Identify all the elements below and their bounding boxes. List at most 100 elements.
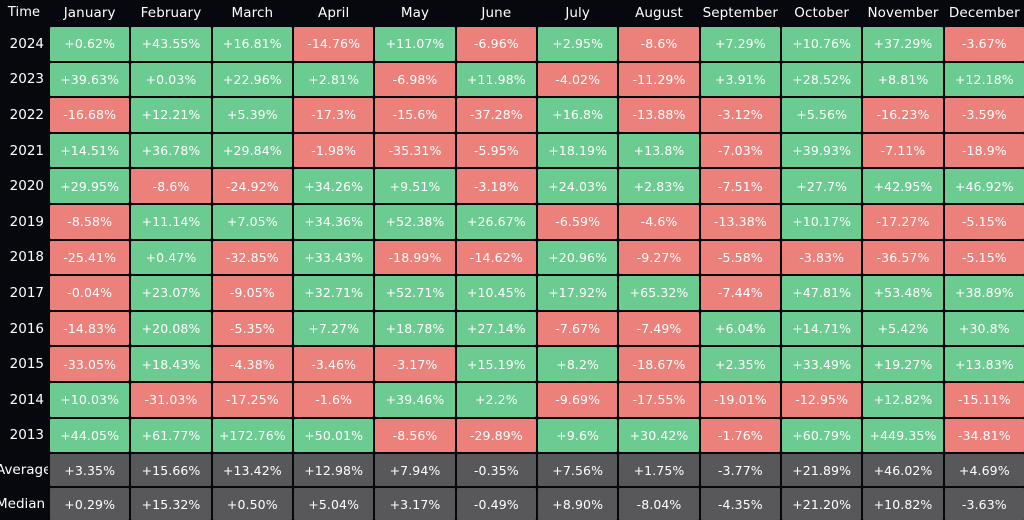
cell-2023-april: +2.81%	[294, 62, 374, 97]
cell-2020-may: +9.51%	[375, 169, 455, 203]
cell-2014-february: -31.03%	[131, 382, 211, 417]
cell-median-december: -3.63%	[944, 488, 1024, 520]
cell-2014-june: +2.2%	[456, 382, 536, 417]
cell-2013-june: -29.89%	[456, 418, 536, 453]
cell-2020-february: -8.6%	[131, 169, 211, 203]
cell-2016-january: -14.83%	[50, 311, 130, 346]
cell-2021-june: -5.95%	[456, 133, 536, 168]
cell-2013-november: +449.35%	[863, 418, 943, 453]
row-label-2018: 2018	[9, 249, 44, 266]
cell-2015-august: -18.67%	[619, 347, 699, 381]
column-header-december: December	[948, 4, 1020, 21]
cell-2016-april: +7.27%	[294, 311, 374, 346]
cell-2015-march: -4.38%	[212, 347, 292, 381]
cell-2019-february: +11.14%	[131, 204, 211, 239]
row-label-2020: 2020	[9, 178, 44, 195]
cell-2022-december: -3.59%	[944, 98, 1024, 132]
cell-2015-june: +15.19%	[456, 347, 536, 381]
column-header-april: April	[317, 4, 350, 21]
cell-2015-november: +19.27%	[863, 347, 943, 381]
cell-2019-august: -4.6%	[619, 204, 699, 239]
cell-2024-march: +16.81%	[212, 27, 292, 61]
cell-2016-june: +27.14%	[456, 311, 536, 346]
row-label-2016: 2016	[9, 320, 44, 337]
cell-median-september: -4.35%	[700, 488, 780, 520]
cell-2017-september: -7.44%	[700, 276, 780, 310]
cell-2016-may: +18.78%	[375, 311, 455, 346]
cell-2014-december: -15.11%	[944, 382, 1024, 417]
cell-2015-december: +13.83%	[944, 347, 1024, 381]
cell-2013-february: +61.77%	[131, 418, 211, 453]
cell-2013-april: +50.01%	[294, 418, 374, 453]
cell-2019-june: +26.67%	[456, 204, 536, 239]
cell-2021-may: -35.31%	[375, 133, 455, 168]
cell-average-november: +46.02%	[863, 454, 943, 487]
cell-2024-october: +10.76%	[782, 27, 862, 61]
cell-2019-may: +52.38%	[375, 204, 455, 239]
cell-2018-april: +33.43%	[294, 240, 374, 275]
column-header-may: May	[400, 4, 430, 21]
cell-2015-january: -33.05%	[50, 347, 130, 381]
cell-2015-october: +33.49%	[782, 347, 862, 381]
cell-median-may: +3.17%	[375, 488, 455, 520]
cell-2020-december: +46.92%	[944, 169, 1024, 203]
cell-average-april: +12.98%	[294, 454, 374, 487]
cell-2017-may: +52.71%	[375, 276, 455, 310]
row-label-2015: 2015	[9, 356, 44, 373]
cell-2018-june: -14.62%	[456, 240, 536, 275]
cell-2018-may: -18.99%	[375, 240, 455, 275]
column-header-august: August	[635, 4, 683, 21]
cell-2023-may: -6.98%	[375, 62, 455, 97]
cell-2013-september: -1.76%	[700, 418, 780, 453]
cell-2014-january: +10.03%	[50, 382, 130, 417]
cell-2016-december: +30.8%	[944, 311, 1024, 346]
cell-average-december: +4.69%	[944, 454, 1024, 487]
cell-2015-may: -3.17%	[375, 347, 455, 381]
cell-median-february: +15.32%	[131, 488, 211, 520]
cell-2020-november: +42.95%	[863, 169, 943, 203]
cell-2019-september: -13.38%	[700, 204, 780, 239]
cell-2017-february: +23.07%	[131, 276, 211, 310]
column-header-january: January	[63, 4, 116, 21]
row-label-2024: 2024	[9, 35, 44, 52]
cell-median-january: +0.29%	[50, 488, 130, 520]
cell-average-february: +15.66%	[131, 454, 211, 487]
cell-2021-july: +18.19%	[538, 133, 618, 168]
cell-2024-february: +43.55%	[131, 27, 211, 61]
cell-2023-september: +3.91%	[700, 62, 780, 97]
cell-2022-june: -37.28%	[456, 98, 536, 132]
cell-2022-november: -16.23%	[863, 98, 943, 132]
cell-2019-january: -8.58%	[50, 204, 130, 239]
cell-average-january: +3.35%	[50, 454, 130, 487]
cell-2020-april: +34.26%	[294, 169, 374, 203]
row-label-2022: 2022	[9, 106, 44, 123]
cell-2014-march: -17.25%	[212, 382, 292, 417]
cell-2022-may: -15.6%	[375, 98, 455, 132]
cell-2024-december: -3.67%	[944, 27, 1024, 61]
column-header-june: June	[481, 4, 512, 21]
cell-2021-february: +36.78%	[131, 133, 211, 168]
cell-2023-november: +8.81%	[863, 62, 943, 97]
cell-2017-march: -9.05%	[212, 276, 292, 310]
cell-2020-september: -7.51%	[700, 169, 780, 203]
cell-2013-january: +44.05%	[50, 418, 130, 453]
cell-2014-april: -1.6%	[294, 382, 374, 417]
column-header-february: February	[140, 4, 202, 21]
column-header-november: November	[867, 4, 939, 21]
cell-2018-september: -5.58%	[700, 240, 780, 275]
cell-2022-april: -17.3%	[294, 98, 374, 132]
monthly-returns-heatmap-table: Time January February March April May June July…	[0, 0, 1024, 520]
cell-average-may: +7.94%	[375, 454, 455, 487]
cell-median-july: +8.90%	[538, 488, 618, 520]
column-header-september: September	[702, 4, 779, 21]
cell-2015-september: +2.35%	[700, 347, 780, 381]
cell-2016-october: +14.71%	[782, 311, 862, 346]
cell-2018-november: -36.57%	[863, 240, 943, 275]
cell-2016-july: -7.67%	[538, 311, 618, 346]
cell-2018-august: -9.27%	[619, 240, 699, 275]
cell-2014-november: +12.82%	[863, 382, 943, 417]
cell-2013-december: -34.81%	[944, 418, 1024, 453]
cell-2013-october: +60.79%	[782, 418, 862, 453]
cell-2021-november: -7.11%	[863, 133, 943, 168]
cell-median-november: +10.82%	[863, 488, 943, 520]
